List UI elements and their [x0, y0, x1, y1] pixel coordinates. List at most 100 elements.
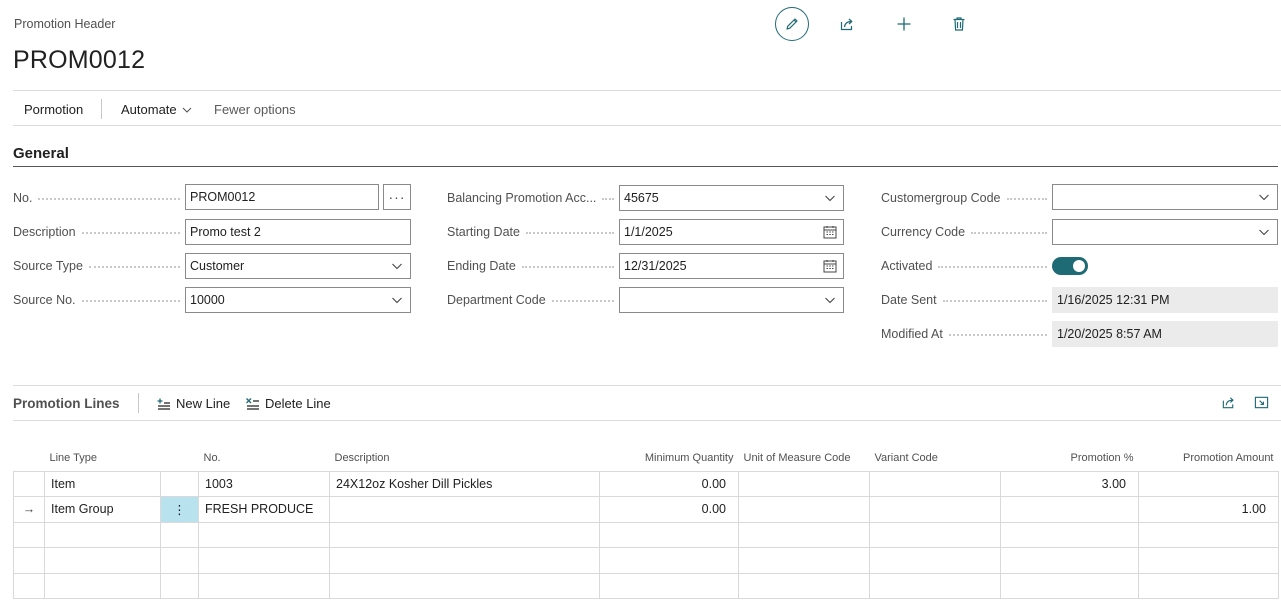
col-arrow — [14, 446, 45, 471]
source-no-label: Source No. — [13, 287, 186, 313]
share-icon — [1222, 397, 1234, 409]
description-cell[interactable]: 24X12oz Kosher Dill Pickles — [329, 470, 600, 497]
col-line-type[interactable]: Line Type — [45, 446, 161, 471]
divider — [13, 420, 1281, 421]
promotion-lines-title[interactable]: Promotion Lines — [13, 396, 120, 411]
grid-header-row: Line Type No. Description Minimum Quanti… — [14, 446, 1279, 471]
col-unit-of-measure[interactable]: Unit of Measure Code — [739, 446, 870, 471]
edit-button[interactable] — [775, 7, 809, 41]
source-type-select[interactable]: Customer — [185, 253, 411, 279]
new-line-button[interactable]: New Line — [157, 396, 230, 411]
line-type-cell[interactable]: Item — [44, 470, 161, 497]
balancing-account-select[interactable]: 45675 — [619, 185, 844, 211]
fewer-options-action[interactable]: Fewer options — [214, 102, 296, 117]
minimum-quantity-cell[interactable]: 0.00 — [599, 470, 739, 497]
row-arrow-icon: → — [13, 496, 45, 523]
pencil-icon — [786, 18, 798, 30]
delete-line-label: Delete Line — [265, 396, 331, 411]
col-variant-code[interactable]: Variant Code — [870, 446, 1001, 471]
share-button[interactable] — [830, 7, 864, 41]
no-label: No. — [13, 185, 186, 211]
line-type-cell[interactable]: Item Group — [44, 496, 161, 523]
currency-code-select[interactable] — [1052, 219, 1278, 245]
department-code-select[interactable] — [619, 287, 844, 313]
no-cell[interactable]: FRESH PRODUCE — [198, 496, 330, 523]
new-line-icon — [157, 398, 170, 410]
action-separator — [101, 99, 102, 119]
automate-label: Automate — [121, 102, 177, 117]
delete-line-button[interactable]: Delete Line — [246, 396, 331, 411]
col-no[interactable]: No. — [199, 446, 330, 471]
lines-separator — [138, 393, 139, 413]
source-no-select[interactable]: 10000 — [185, 287, 411, 313]
col-minimum-quantity[interactable]: Minimum Quantity — [600, 446, 739, 471]
empty-row[interactable] — [13, 572, 1279, 599]
starting-date-label: Starting Date — [447, 219, 620, 245]
balancing-account-label: Balancing Promotion Acc... — [447, 185, 620, 211]
col-promotion-pct[interactable]: Promotion % — [1001, 446, 1139, 471]
table-row[interactable]: Item 1003 24X12oz Kosher Dill Pickles 0.… — [13, 470, 1279, 497]
empty-row[interactable] — [13, 547, 1279, 574]
pormotion-action[interactable]: Pormotion — [24, 102, 83, 117]
minimum-quantity-cell[interactable]: 0.00 — [599, 496, 739, 523]
row-indicator — [13, 470, 45, 497]
modified-at-value: 1/20/2025 8:57 AM — [1052, 321, 1278, 347]
general-section-title[interactable]: General — [13, 145, 69, 162]
promotion-amount-cell[interactable]: 1.00 — [1138, 496, 1279, 523]
col-promotion-amount[interactable]: Promotion Amount — [1139, 446, 1279, 471]
automate-action[interactable]: Automate — [121, 102, 192, 117]
page-title: PROM0012 — [13, 46, 146, 74]
chevron-down-icon — [182, 107, 192, 113]
starting-date-field[interactable]: 1/1/2025 — [619, 219, 844, 245]
no-field[interactable]: PROM0012 — [185, 184, 379, 210]
ending-date-label: Ending Date — [447, 253, 620, 279]
chevron-down-icon — [825, 195, 835, 202]
chevron-down-icon — [1259, 194, 1269, 201]
description-label: Description — [13, 219, 186, 245]
unit-of-measure-cell[interactable] — [738, 496, 870, 523]
ending-date-field[interactable]: 12/31/2025 — [619, 253, 844, 279]
no-assist-button[interactable]: ··· — [383, 184, 411, 210]
promotion-amount-cell[interactable] — [1138, 470, 1279, 497]
new-line-label: New Line — [176, 396, 231, 411]
chevron-down-icon — [1259, 229, 1269, 236]
expand-icon — [1254, 396, 1269, 409]
activated-toggle[interactable] — [1052, 257, 1088, 275]
plus-icon — [897, 17, 911, 31]
unit-of-measure-cell[interactable] — [738, 470, 870, 497]
lines-share-button[interactable] — [1221, 395, 1236, 415]
calendar-icon[interactable] — [823, 259, 837, 273]
new-button[interactable] — [887, 7, 921, 41]
delete-line-icon — [246, 397, 259, 410]
customergroup-code-select[interactable] — [1052, 184, 1278, 210]
page-caption: Promotion Header — [14, 17, 116, 31]
description-cell[interactable] — [329, 496, 600, 523]
row-menu-icon[interactable]: ⋮ — [160, 496, 199, 523]
description-field[interactable]: Promo test 2 — [185, 219, 411, 245]
variant-code-cell[interactable] — [869, 470, 1001, 497]
divider — [13, 385, 1281, 386]
col-menu — [161, 446, 199, 471]
customergroup-code-label: Customergroup Code — [881, 185, 1053, 211]
delete-button[interactable] — [942, 7, 976, 41]
table-row[interactable]: → Item Group ⋮ FRESH PRODUCE 0.00 1.00 — [13, 496, 1279, 523]
no-cell[interactable]: 1003 — [198, 470, 330, 497]
chevron-down-icon — [392, 297, 402, 304]
date-sent-value: 1/16/2025 12:31 PM — [1052, 287, 1278, 313]
section-underline — [13, 166, 1278, 167]
chevron-down-icon — [392, 263, 402, 270]
empty-row[interactable] — [13, 521, 1279, 548]
col-description[interactable]: Description — [330, 446, 600, 471]
date-sent-label: Date Sent — [881, 287, 1053, 313]
source-type-label: Source Type — [13, 253, 186, 279]
calendar-icon[interactable] — [823, 225, 837, 239]
promotion-pct-cell[interactable]: 3.00 — [1000, 470, 1139, 497]
row-menu-cell[interactable] — [160, 470, 199, 497]
department-code-label: Department Code — [447, 287, 620, 313]
variant-code-cell[interactable] — [869, 496, 1001, 523]
promotion-pct-cell[interactable] — [1000, 496, 1139, 523]
trash-icon — [953, 17, 965, 31]
promotion-lines-grid: Line Type No. Description Minimum Quanti… — [13, 446, 1279, 599]
chevron-down-icon — [825, 297, 835, 304]
lines-expand-button[interactable] — [1254, 395, 1269, 415]
